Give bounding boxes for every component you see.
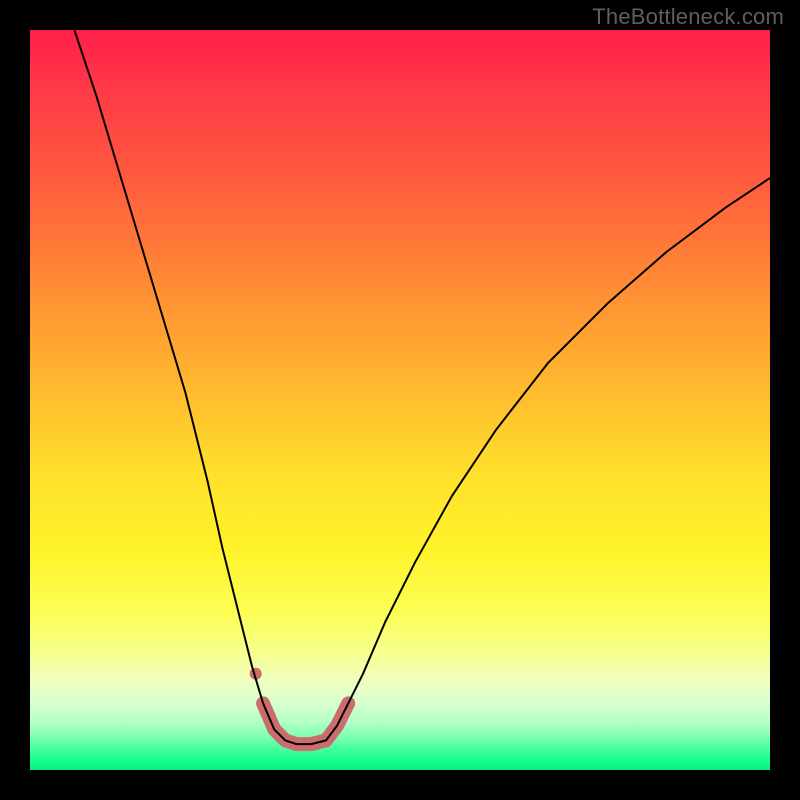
bottleneck-curve-path [74,30,770,744]
watermark-text: TheBottleneck.com [592,4,784,30]
chart-frame: TheBottleneck.com [0,0,800,800]
plot-area [30,30,770,770]
highlight-base-path [263,703,348,744]
curve-svg [30,30,770,770]
